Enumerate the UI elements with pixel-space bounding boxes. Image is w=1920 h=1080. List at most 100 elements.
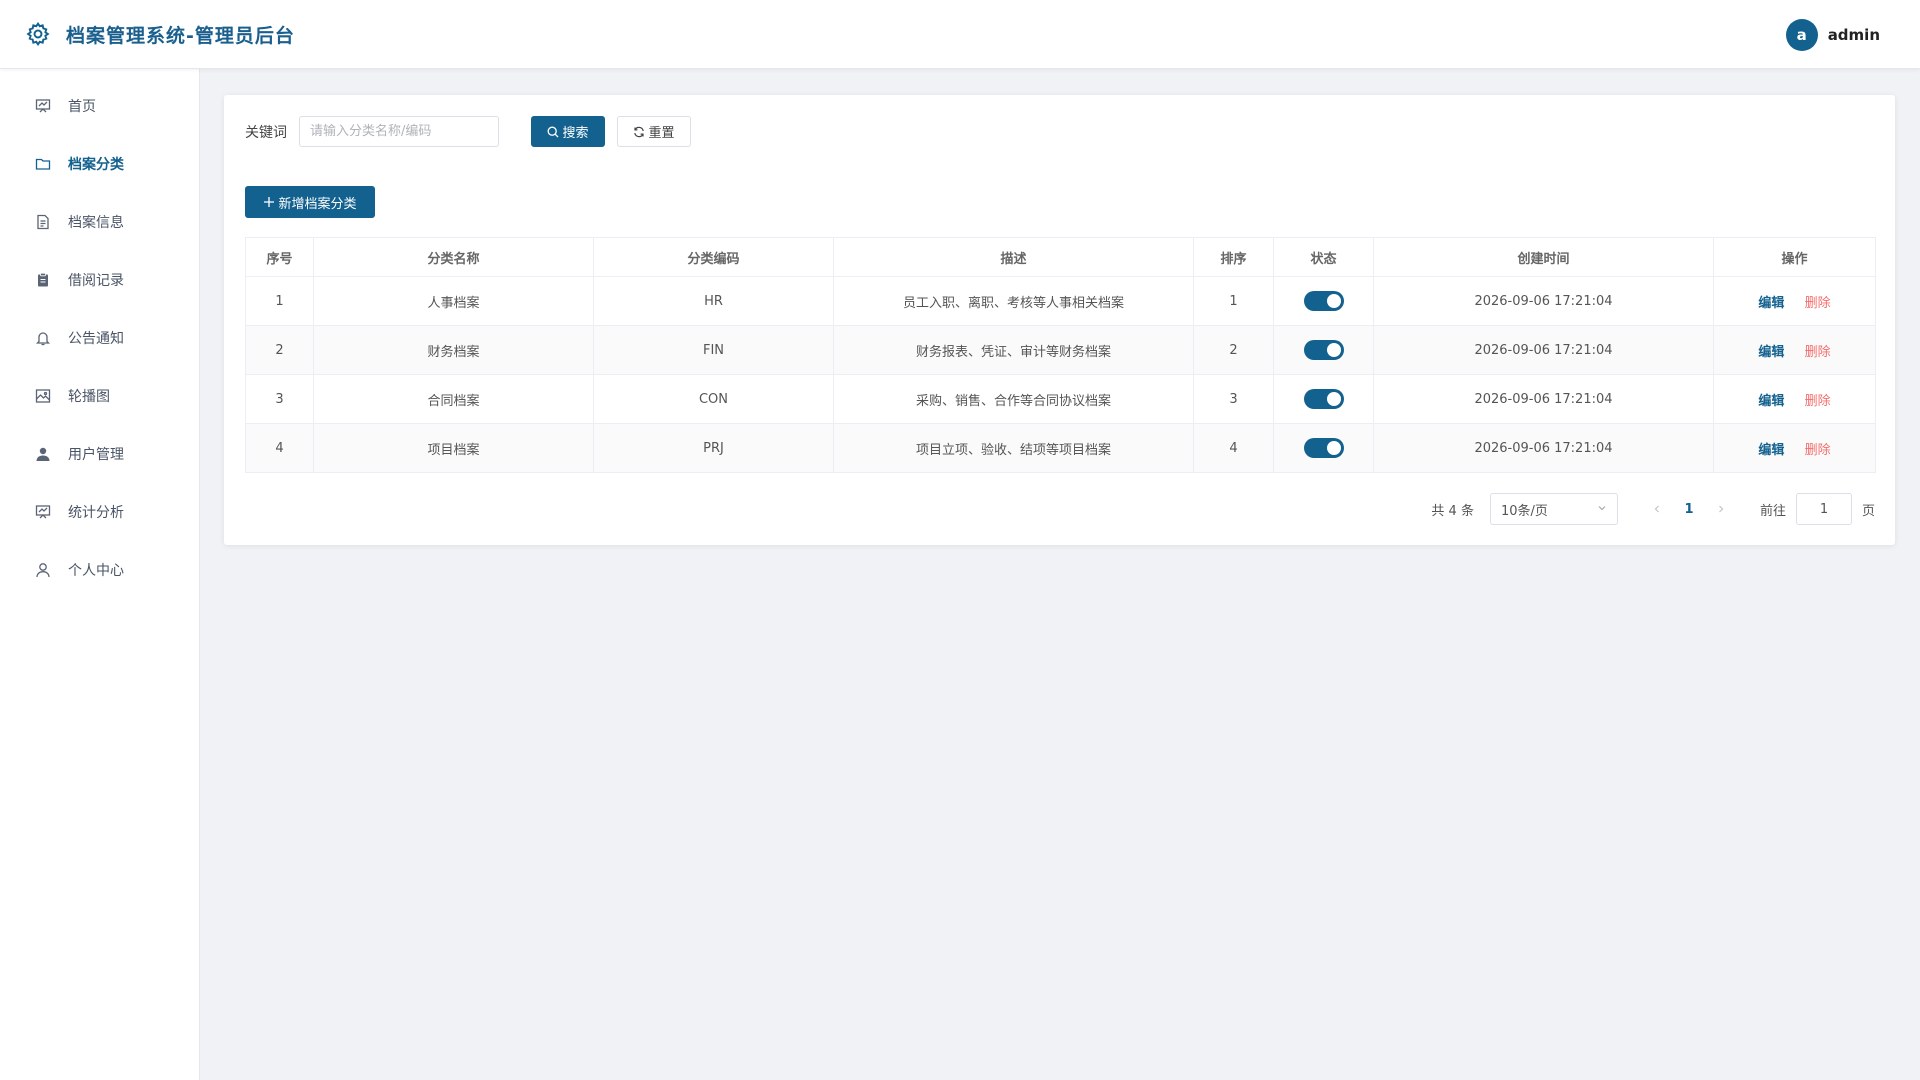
status-toggle[interactable] xyxy=(1303,389,1344,409)
username[interactable]: admin xyxy=(1828,26,1880,44)
sidebar-item-label: 个人中心 xyxy=(68,563,124,579)
document-icon xyxy=(34,213,52,231)
cell-sort: 4 xyxy=(1193,423,1274,473)
column-header-created: 创建时间 xyxy=(1373,237,1714,277)
search-button-label: 搜索 xyxy=(562,126,589,141)
total-count: 共 4 条 xyxy=(1431,503,1474,519)
chevron-left-icon xyxy=(1654,505,1659,513)
cell-status xyxy=(1273,276,1374,326)
refresh-icon xyxy=(633,126,645,138)
prev-page-button[interactable] xyxy=(1644,504,1670,514)
reset-button-label: 重置 xyxy=(648,126,675,141)
page-size-select[interactable]: 10条/页 xyxy=(1489,493,1618,525)
sidebar-item-user-management[interactable]: 用户管理 xyxy=(0,425,199,483)
search-button[interactable]: 搜索 xyxy=(531,116,605,147)
edit-link[interactable]: 编辑 xyxy=(1758,296,1784,311)
sidebar-item-carousel[interactable]: 轮播图 xyxy=(0,367,199,425)
delete-link[interactable]: 删除 xyxy=(1805,394,1831,409)
keyword-input[interactable] xyxy=(299,116,499,147)
cell-status xyxy=(1273,325,1374,375)
brand: 档案管理系统-管理员后台 xyxy=(24,20,295,48)
table-row: 3 合同档案 CON 采购、销售、合作等合同协议档案 3 2026-09-06 … xyxy=(245,374,1876,424)
sidebar-item-label: 借阅记录 xyxy=(68,273,124,289)
cell-code: CON xyxy=(593,374,834,424)
edit-link[interactable]: 编辑 xyxy=(1758,443,1784,458)
cell-name: 财务档案 xyxy=(313,325,594,375)
chart-board-icon xyxy=(34,503,52,521)
cell-created: 2026-09-06 17:21:04 xyxy=(1373,325,1714,375)
reset-button[interactable]: 重置 xyxy=(617,116,691,147)
cell-created: 2026-09-06 17:21:04 xyxy=(1373,423,1714,473)
sidebar-item-label: 轮播图 xyxy=(68,389,110,405)
sidebar-item-label: 公告通知 xyxy=(68,331,124,347)
cell-actions: 编辑 删除 xyxy=(1713,276,1876,326)
status-toggle[interactable] xyxy=(1303,291,1344,311)
goto-label: 前往 xyxy=(1759,503,1786,519)
search-icon xyxy=(547,126,559,138)
column-header-name: 分类名称 xyxy=(313,237,594,277)
chevron-down-icon xyxy=(1597,502,1607,517)
plus-icon xyxy=(263,196,275,208)
cell-description: 财务报表、凭证、审计等财务档案 xyxy=(833,325,1194,375)
category-card: 关键词 搜索 重置 新增档案分类 xyxy=(224,95,1895,545)
cell-index: 2 xyxy=(245,325,314,375)
cell-description: 采购、销售、合作等合同协议档案 xyxy=(833,374,1194,424)
column-header-status: 状态 xyxy=(1273,237,1374,277)
delete-link[interactable]: 删除 xyxy=(1805,443,1831,458)
cell-name: 人事档案 xyxy=(313,276,594,326)
sidebar-item-borrow-records[interactable]: 借阅记录 xyxy=(0,251,199,309)
app-title: 档案管理系统-管理员后台 xyxy=(66,24,295,47)
cell-sort: 3 xyxy=(1193,374,1274,424)
gear-icon xyxy=(24,20,52,48)
avatar[interactable]: a xyxy=(1785,18,1818,51)
next-page-button[interactable] xyxy=(1708,504,1734,514)
clipboard-icon xyxy=(34,271,52,289)
status-toggle[interactable] xyxy=(1303,438,1344,458)
column-header-sort: 排序 xyxy=(1193,237,1274,277)
sidebar-item-label: 档案分类 xyxy=(68,157,124,173)
delete-link[interactable]: 删除 xyxy=(1805,345,1831,360)
sidebar-item-announcements[interactable]: 公告通知 xyxy=(0,309,199,367)
sidebar-item-label: 首页 xyxy=(68,99,96,115)
cell-sort: 1 xyxy=(1193,276,1274,326)
cell-name: 合同档案 xyxy=(313,374,594,424)
cell-created: 2026-09-06 17:21:04 xyxy=(1373,276,1714,326)
edit-link[interactable]: 编辑 xyxy=(1758,345,1784,360)
user-outline-icon xyxy=(34,561,52,579)
sidebar-item-statistics[interactable]: 统计分析 xyxy=(0,483,199,541)
sidebar-item-profile[interactable]: 个人中心 xyxy=(0,541,199,599)
user-menu[interactable]: a admin xyxy=(1785,0,1880,69)
page-number[interactable]: 1 xyxy=(1676,502,1702,517)
page-size-value: 10条/页 xyxy=(1500,503,1548,519)
sidebar-item-label: 用户管理 xyxy=(68,447,124,463)
pagination: 共 4 条 10条/页 1 前往 页 xyxy=(1431,493,1875,525)
goto-page-input[interactable] xyxy=(1795,493,1852,525)
add-category-button[interactable]: 新增档案分类 xyxy=(245,186,375,218)
cell-index: 3 xyxy=(245,374,314,424)
keyword-label: 关键词 xyxy=(245,124,287,141)
delete-link[interactable]: 删除 xyxy=(1805,296,1831,311)
cell-status xyxy=(1273,374,1374,424)
bell-icon xyxy=(34,329,52,347)
main-content: 关键词 搜索 重置 新增档案分类 xyxy=(200,69,1920,1080)
sidebar-item-archive-info[interactable]: 档案信息 xyxy=(0,193,199,251)
column-header-description: 描述 xyxy=(833,237,1194,277)
edit-link[interactable]: 编辑 xyxy=(1758,394,1784,409)
sidebar-item-label: 统计分析 xyxy=(68,505,124,521)
folder-icon xyxy=(34,155,52,173)
table-row: 4 项目档案 PRJ 项目立项、验收、结项等项目档案 4 2026-09-06 … xyxy=(245,423,1876,473)
status-toggle[interactable] xyxy=(1303,340,1344,360)
cell-code: HR xyxy=(593,276,834,326)
cell-actions: 编辑 删除 xyxy=(1713,374,1876,424)
presentation-board-icon xyxy=(34,97,52,115)
picture-icon xyxy=(34,387,52,405)
table-row: 1 人事档案 HR 员工入职、离职、考核等人事相关档案 1 2026-09-06… xyxy=(245,276,1876,326)
cell-actions: 编辑 删除 xyxy=(1713,325,1876,375)
cell-code: FIN xyxy=(593,325,834,375)
category-table: 序号 分类名称 分类编码 描述 排序 状态 创建时间 操作 1 人事档案 HR … xyxy=(245,237,1876,473)
table-header-row: 序号 分类名称 分类编码 描述 排序 状态 创建时间 操作 xyxy=(245,237,1876,277)
cell-name: 项目档案 xyxy=(313,423,594,473)
sidebar-item-home[interactable]: 首页 xyxy=(0,77,199,135)
sidebar-item-archive-category[interactable]: 档案分类 xyxy=(0,135,199,193)
table-row: 2 财务档案 FIN 财务报表、凭证、审计等财务档案 2 2026-09-06 … xyxy=(245,325,1876,375)
